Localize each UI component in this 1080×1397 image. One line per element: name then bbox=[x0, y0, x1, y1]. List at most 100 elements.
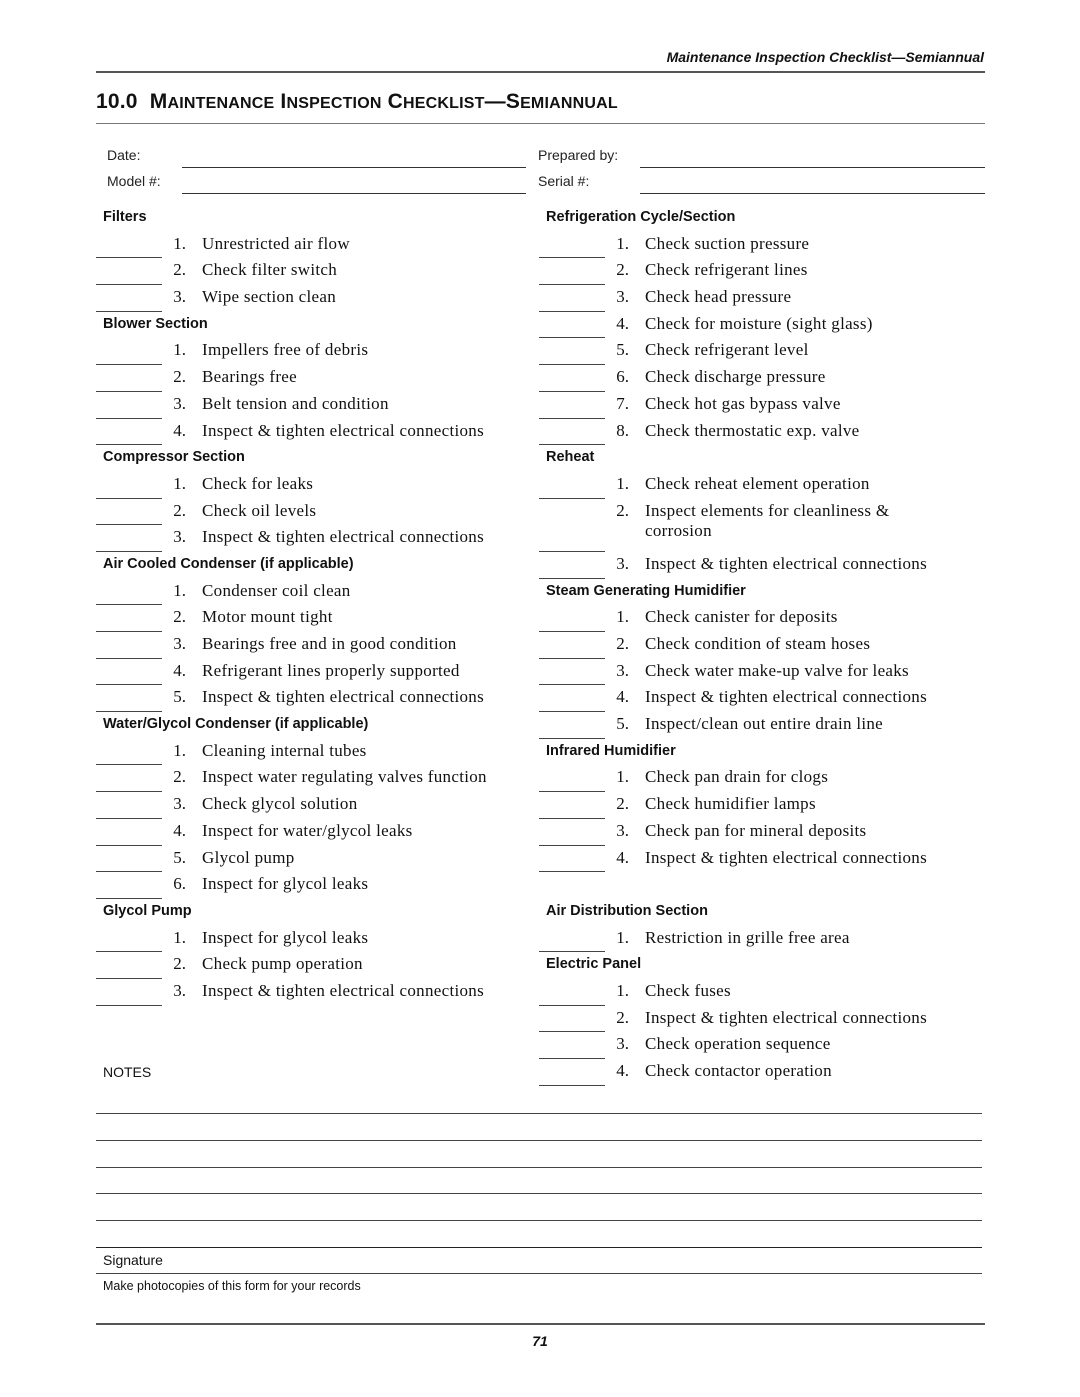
item-text: Belt tension and condition bbox=[202, 393, 389, 413]
item-text: Check canister for deposits bbox=[645, 607, 838, 627]
item-number: 6. bbox=[616, 367, 629, 387]
check-blank-field[interactable] bbox=[96, 897, 162, 899]
item-number: 3. bbox=[616, 820, 629, 840]
checklist-item: 1. Restriction in grille free area bbox=[539, 925, 979, 953]
item-text: Check reheat element operation bbox=[645, 473, 870, 493]
section-heading: Compressor Section bbox=[103, 449, 245, 466]
item-text: Inspect for water/glycol leaks bbox=[202, 820, 413, 840]
item-text: Bearings free bbox=[202, 367, 297, 387]
check-blank-field[interactable] bbox=[96, 310, 162, 312]
item-number: 3. bbox=[173, 794, 186, 814]
item-text: Check pan drain for clogs bbox=[645, 767, 829, 787]
date-field[interactable] bbox=[182, 167, 526, 168]
item-text: Unrestricted air flow bbox=[202, 233, 350, 253]
prepared-by-field[interactable] bbox=[640, 167, 985, 168]
signature-field[interactable] bbox=[96, 1273, 982, 1274]
item-text: Check suction pressure bbox=[645, 233, 810, 253]
item-number: 1. bbox=[173, 740, 186, 760]
item-text: Inspect/clean out entire drain line bbox=[645, 714, 884, 734]
item-number: 2. bbox=[173, 954, 186, 974]
section-heading: Infrared Humidifier bbox=[546, 742, 676, 759]
item-text: Inspect & tighten electrical connections bbox=[645, 847, 928, 867]
item-number: 1. bbox=[173, 233, 186, 253]
notes-line-1[interactable] bbox=[96, 1113, 982, 1114]
checklist-item: 4. Refrigerant lines properly supported bbox=[96, 658, 536, 686]
item-number: 6. bbox=[173, 874, 186, 894]
check-blank-field[interactable] bbox=[539, 871, 605, 873]
item-number: 3. bbox=[173, 527, 186, 547]
checklist-section: Filters 1. Unrestricted air flow 2. Check fi… bbox=[96, 204, 536, 312]
item-text: Check pan for mineral deposits bbox=[645, 820, 867, 840]
checklist-section: Infrared Humidifier 1. Check pan drain for… bbox=[539, 738, 979, 898]
checklist-item: 2. Check pump operation bbox=[96, 951, 536, 979]
checklist-section: Water/Glycol Condenser (if applicable) 1.… bbox=[96, 711, 536, 899]
model-field[interactable] bbox=[182, 193, 526, 194]
item-text: Inspect & tighten electrical connections bbox=[202, 420, 485, 440]
check-blank-field[interactable] bbox=[539, 444, 605, 446]
notes-line-5[interactable] bbox=[96, 1220, 982, 1221]
notes-line-2[interactable] bbox=[96, 1140, 982, 1141]
item-text: Inspect for glycol leaks bbox=[202, 874, 369, 894]
item-number: 5. bbox=[173, 847, 186, 867]
item-text: Check filter switch bbox=[202, 260, 338, 280]
item-number: 2. bbox=[173, 367, 186, 387]
section-heading: Reheat bbox=[546, 449, 595, 466]
notes-line-3[interactable] bbox=[96, 1167, 982, 1168]
title-number: 10.0 bbox=[96, 90, 138, 113]
item-number: 5. bbox=[173, 687, 186, 707]
checklist-section: Reheat 1. Check reheat element operation 2.… bbox=[539, 444, 979, 579]
footer-note: Make photocopies of this form for your r… bbox=[103, 1279, 361, 1293]
item-text: Check glycol solution bbox=[202, 794, 358, 814]
item-number: 4. bbox=[616, 1061, 629, 1081]
item-text: Motor mount tight bbox=[202, 607, 333, 627]
item-number: 2. bbox=[616, 260, 629, 280]
check-blank-field[interactable] bbox=[96, 444, 162, 446]
checklist-item: 2. Inspect water regulating valves functi… bbox=[96, 764, 536, 793]
item-number: 4. bbox=[173, 820, 186, 840]
item-number: 2. bbox=[173, 607, 186, 627]
checklist-item: 1. Unrestricted air flow bbox=[96, 231, 536, 259]
checklist-item: 2. Check condition of steam hoses bbox=[539, 631, 979, 659]
checklist-item: 3. Check operation sequence bbox=[539, 1031, 979, 1060]
item-number: 1. bbox=[616, 767, 629, 787]
title-text: MAINTENANCE INSPECTION CHECKLIST—SEMIANN… bbox=[149, 90, 618, 113]
checklist-item: 5. Check refrigerant level bbox=[539, 337, 979, 366]
checklist-item: 7. Check hot gas bypass valve bbox=[539, 391, 979, 419]
serial-label: Serial #: bbox=[538, 173, 590, 189]
checklist-item: 1. Inspect for glycol leaks bbox=[96, 925, 536, 953]
item-number: 1. bbox=[173, 580, 186, 600]
section-heading: Steam Generating Humidifier bbox=[546, 582, 746, 599]
item-text: Inspect & tighten electrical connections bbox=[645, 1007, 928, 1027]
item-number: 1. bbox=[616, 927, 629, 947]
item-text: Check water make-up valve for leaks bbox=[645, 660, 909, 680]
serial-field[interactable] bbox=[640, 193, 985, 194]
item-number: 4. bbox=[616, 847, 629, 867]
checklist-item: 4. Inspect & tighten electrical connectio… bbox=[539, 845, 979, 873]
item-number: 1. bbox=[173, 473, 186, 493]
check-blank-field[interactable] bbox=[539, 577, 605, 579]
checklist-item: 2. Check refrigerant lines bbox=[539, 257, 979, 286]
check-blank-field[interactable] bbox=[539, 951, 605, 953]
check-blank-field[interactable] bbox=[96, 711, 162, 713]
check-blank-field[interactable] bbox=[96, 1004, 162, 1006]
item-text: Check hot gas bypass valve bbox=[645, 393, 841, 413]
check-blank-field[interactable] bbox=[539, 737, 605, 739]
item-text: Inspect & tighten electrical connections bbox=[202, 527, 485, 547]
section-heading: Glycol Pump bbox=[103, 902, 192, 919]
checklist-item: 3. Check glycol solution bbox=[96, 791, 536, 819]
item-number: 2. bbox=[173, 500, 186, 520]
checklist-section: Blower Section 1. Impellers free of debris… bbox=[96, 311, 536, 446]
checklist-item: 2. Check humidifier lamps bbox=[539, 791, 979, 819]
item-number: 3. bbox=[173, 980, 186, 1000]
item-text: Check discharge pressure bbox=[645, 367, 826, 387]
checklist-item: 1. Condenser coil clean bbox=[96, 578, 536, 606]
prepared-by-label: Prepared by: bbox=[538, 147, 619, 163]
check-blank-field[interactable] bbox=[539, 1084, 605, 1086]
notes-line-4[interactable] bbox=[96, 1193, 982, 1194]
item-text: Wipe section clean bbox=[202, 287, 337, 307]
section-heading: Air Distribution Section bbox=[546, 902, 708, 919]
check-blank-field[interactable] bbox=[96, 550, 162, 552]
item-number: 2. bbox=[616, 500, 629, 520]
item-text: Check operation sequence bbox=[645, 1034, 831, 1054]
